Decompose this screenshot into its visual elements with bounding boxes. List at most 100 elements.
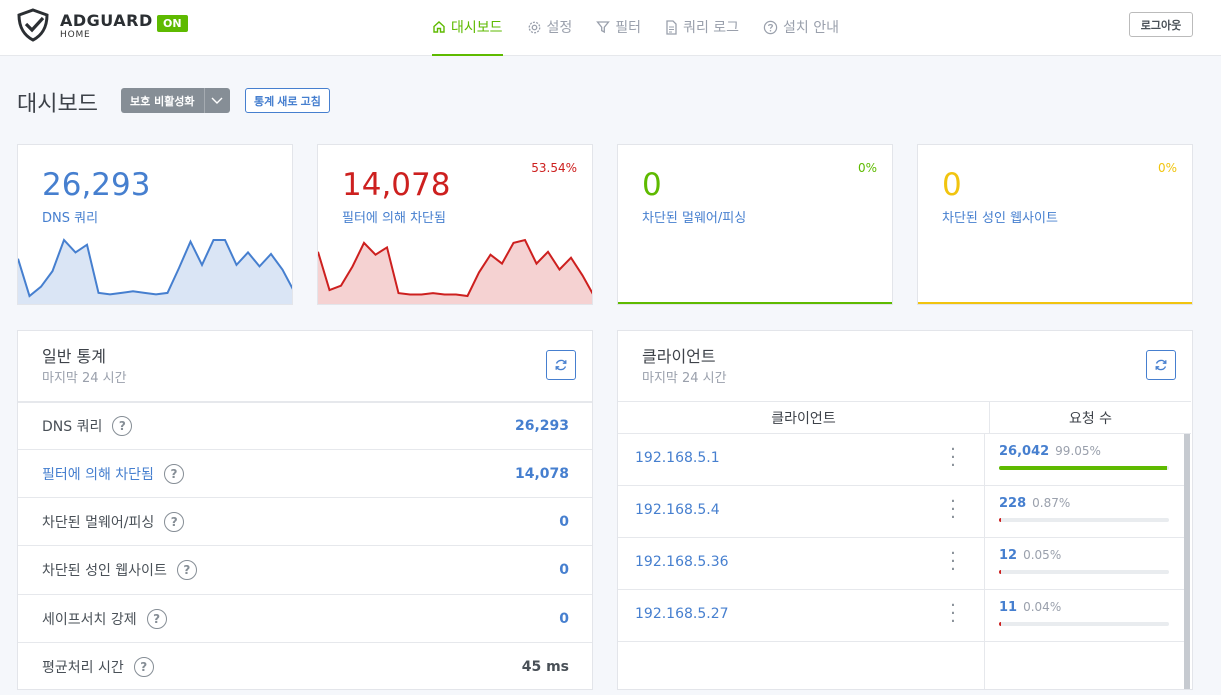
clients-refresh-button[interactable] [1146, 350, 1176, 380]
stats-row-label-text: 차단된 멀웨어/피싱 [42, 514, 155, 531]
client-ip-link[interactable]: 192.168.5.36 [635, 554, 729, 570]
stats-row-label-text[interactable]: 필터에 의해 차단됨 [42, 464, 154, 484]
nav-setup-guide-label: 설치 안내 [783, 20, 840, 36]
nav-dashboard-label: 대시보드 [451, 20, 503, 36]
stats-row-label-text: 차단된 성인 웹사이트 [42, 562, 167, 579]
nav-filters[interactable]: 필터 [596, 0, 641, 56]
page-title: 대시보드 [17, 92, 98, 117]
refresh-icon [555, 359, 567, 371]
column-divider [984, 538, 985, 590]
clients-panel: 클라이언트 마지막 24 시간 클라이언트 요청 수 192.168.5.1 ·… [617, 330, 1193, 690]
stats-row-label: 차단된 성인 웹사이트? [42, 559, 197, 580]
filter-icon [596, 21, 611, 34]
client-request-bar [999, 622, 1169, 626]
brand-sub: HOME [60, 30, 91, 40]
clients-column-header-requests[interactable]: 요청 수 [990, 402, 1191, 433]
nav-setup-guide[interactable]: 설치 안내 [763, 0, 839, 56]
help-icon[interactable]: ? [163, 463, 184, 484]
stats-row-value: 0 [559, 561, 569, 578]
column-divider [984, 434, 985, 486]
blocked-by-filters-value: 14,078 [342, 167, 451, 203]
client-request-percent: 0.04% [1023, 600, 1062, 614]
adguard-shield-logo-icon[interactable] [16, 8, 50, 42]
dns-queries-chart [18, 238, 292, 304]
clients-column-header-client[interactable]: 클라이언트 [618, 402, 990, 433]
protection-toggle-group: 보호 비활성화 [121, 88, 230, 113]
brand-name: ADGUARD [60, 11, 153, 30]
help-icon[interactable]: ? [112, 416, 133, 436]
more-vertical-icon[interactable]: · · · [948, 493, 958, 527]
client-request-bar-fill [999, 466, 1168, 470]
table-row: 192.168.5.27 · · · 11 0.04% [618, 590, 1184, 642]
client-request-bar [999, 570, 1169, 574]
column-divider [984, 590, 985, 642]
top-header: ADGUARD HOME ON 대시보드 설정 필터 쿼리 로그 설치 안내 로… [0, 0, 1221, 56]
protection-status-badge: ON [157, 15, 188, 32]
dns-queries-value: 26,293 [42, 167, 151, 203]
protection-dropdown-button[interactable] [203, 88, 230, 113]
clients-scrollbar[interactable] [1184, 434, 1190, 689]
client-request-percent: 99.05% [1055, 444, 1101, 458]
refresh-icon [1155, 359, 1167, 371]
blocked-adult-chart-line [918, 302, 1192, 304]
stats-row-blocked-malware: 차단된 멀웨어/피싱? 0 [18, 497, 592, 545]
stats-row-label-text: 세이프서치 강제 [42, 611, 137, 628]
refresh-stats-button[interactable]: 통계 새로 고침 [245, 88, 330, 113]
client-ip-link[interactable]: 192.168.5.1 [635, 450, 720, 466]
help-icon[interactable]: ? [164, 511, 185, 532]
client-request-count: 11 0.04% [999, 600, 1061, 615]
stats-row-avg-processing-time: 평균처리 시간? 45 ms [18, 642, 592, 690]
main-nav: 대시보드 설정 필터 쿼리 로그 설치 안내 [432, 0, 863, 56]
help-circle-icon [763, 20, 778, 34]
more-vertical-icon[interactable]: · · · [948, 441, 958, 475]
stats-row-blocked-by-filters: 필터에 의해 차단됨? 14,078 [18, 449, 592, 497]
client-request-bar [999, 518, 1169, 522]
chevron-down-icon [211, 97, 223, 104]
stats-row-label-text: DNS 쿼리 [42, 419, 103, 435]
stats-row-label[interactable]: 필터에 의해 차단됨? [42, 463, 184, 484]
table-row: 192.168.5.36 · · · 12 0.05% [618, 538, 1184, 590]
table-row: 192.168.5.4 · · · 228 0.87% [618, 486, 1184, 538]
blocked-by-filters-card: 53.54% 14,078 필터에 의해 차단됨 [317, 144, 593, 305]
client-request-percent: 0.05% [1023, 548, 1062, 562]
stats-row-label: 평균처리 시간? [42, 656, 154, 677]
more-vertical-icon[interactable]: · · · [948, 597, 958, 631]
client-request-count-value: 26,042 [999, 444, 1050, 459]
general-stats-title: 일반 통계 [42, 347, 106, 366]
blocked-adult-card: 0% 0 차단된 성인 웹사이트 [917, 144, 1193, 305]
nav-dashboard[interactable]: 대시보드 [432, 0, 503, 56]
clients-subtitle: 마지막 24 시간 [642, 371, 727, 386]
client-ip-link[interactable]: 192.168.5.27 [635, 606, 729, 622]
help-icon[interactable]: ? [176, 559, 197, 580]
table-row: 192.168.5.1 · · · 26,042 99.05% [618, 434, 1184, 486]
gear-icon [528, 21, 540, 33]
general-stats-refresh-button[interactable] [546, 350, 576, 380]
disable-protection-button[interactable]: 보호 비활성화 [121, 88, 204, 113]
column-divider [984, 486, 985, 538]
blocked-malware-percent: 0% [857, 161, 877, 175]
blocked-adult-value: 0 [942, 167, 962, 203]
nav-settings[interactable]: 설정 [527, 0, 572, 56]
blocked-malware-label: 차단된 멀웨어/피싱 [642, 211, 747, 226]
client-request-count: 12 0.05% [999, 548, 1061, 563]
stats-row-label-text: 평균처리 시간 [42, 659, 124, 676]
help-icon[interactable]: ? [133, 656, 154, 677]
client-request-count: 228 0.87% [999, 496, 1070, 511]
client-request-bar-fill [999, 518, 1001, 522]
brand: ADGUARD HOME [60, 11, 153, 41]
clients-title: 클라이언트 [642, 347, 716, 366]
more-vertical-icon[interactable]: · · · [948, 545, 958, 579]
blocked-by-filters-label[interactable]: 필터에 의해 차단됨 [342, 207, 446, 226]
client-request-percent: 0.87% [1032, 496, 1071, 510]
stats-row-label: 세이프서치 강제? [42, 608, 167, 629]
client-request-count: 26,042 99.05% [999, 444, 1101, 459]
client-request-count-value: 228 [999, 496, 1027, 511]
client-request-count-value: 11 [999, 600, 1018, 615]
document-icon [666, 19, 677, 35]
client-ip-link[interactable]: 192.168.5.4 [635, 502, 720, 518]
nav-query-log[interactable]: 쿼리 로그 [665, 0, 739, 56]
nav-filters-label: 필터 [615, 20, 642, 36]
help-icon[interactable]: ? [146, 608, 167, 629]
column-divider [984, 642, 985, 689]
logout-button[interactable]: 로그아웃 [1129, 12, 1193, 37]
